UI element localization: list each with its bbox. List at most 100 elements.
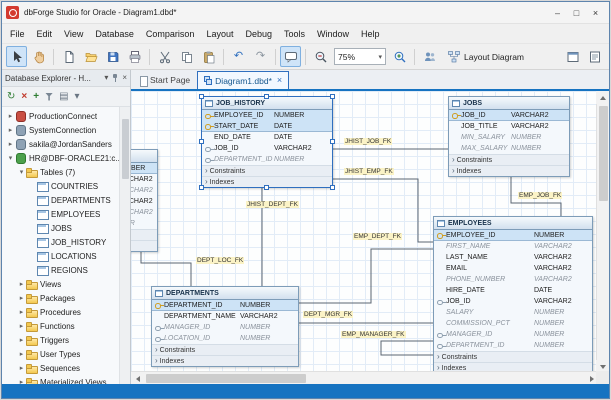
section-indexes[interactable]: ›Indexes: [131, 240, 157, 251]
table-header[interactable]: LOCATIONS: [131, 150, 157, 163]
cut-button[interactable]: [154, 46, 175, 67]
tree-item-triggers[interactable]: ▸Triggers: [2, 333, 119, 347]
column-row[interactable]: SALARYNUMBER: [434, 307, 592, 318]
selection-handle[interactable]: [199, 139, 204, 144]
section-constraints[interactable]: ›Constraints: [449, 154, 569, 165]
column-row[interactable]: JOB_IDVARCHAR2: [202, 143, 332, 154]
column-row[interactable]: EMPLOYEE_IDNUMBER: [202, 110, 332, 121]
expand-arrow-icon[interactable]: ▾: [6, 155, 15, 162]
tree-item-sakila-jordansanders[interactable]: ▸sakila@JordanSanders: [2, 137, 119, 151]
redo-button[interactable]: ↷: [250, 46, 271, 67]
connector-emp-manager-fk[interactable]: [381, 341, 433, 355]
tree-item-views[interactable]: ▸Views: [2, 277, 119, 291]
scroll-up-button[interactable]: [596, 91, 609, 104]
expand-arrow-icon[interactable]: ▸: [17, 323, 26, 330]
scrollbar-thumb[interactable]: [122, 119, 129, 179]
new-connection-icon[interactable]: +: [33, 92, 39, 102]
diagram-table-locations[interactable]: LOCATIONSLOCATION_IDNUMBERSTREET_ADDRESS…: [131, 149, 158, 252]
column-row[interactable]: DEPARTMENT_IDNUMBER: [202, 154, 332, 165]
close-tab-icon[interactable]: ×: [277, 76, 282, 85]
paste-button[interactable]: [198, 46, 219, 67]
menu-window[interactable]: Window: [311, 27, 355, 41]
diagram-table-employees[interactable]: EMPLOYEESEMPLOYEE_IDNUMBERFIRST_NAMEVARC…: [433, 216, 593, 374]
scrollbar-thumb[interactable]: [146, 374, 306, 383]
filter-icon[interactable]: [45, 93, 53, 101]
explorer-scrollbar[interactable]: [119, 107, 130, 384]
column-row[interactable]: FIRST_NAMEVARCHAR2: [434, 241, 592, 252]
expand-arrow-icon[interactable]: ▸: [17, 281, 26, 288]
section-constraints[interactable]: ›Constraints: [434, 351, 592, 362]
column-row[interactable]: LOCATION_IDNUMBER: [152, 333, 298, 344]
tree-item-user-types[interactable]: ▸User Types: [2, 347, 119, 361]
selection-handle[interactable]: [330, 94, 335, 99]
view-options-icon[interactable]: ▤: [59, 92, 68, 102]
column-row[interactable]: STATE_PROVINCEVARCHAR2: [131, 207, 157, 218]
table-header[interactable]: DEPARTMENTS: [152, 287, 298, 300]
section-constraints[interactable]: ›Constraints: [131, 229, 157, 240]
open-button[interactable]: [80, 46, 101, 67]
column-row[interactable]: END_DATEDATE: [202, 132, 332, 143]
column-row[interactable]: PHONE_NUMBERVARCHAR2: [434, 274, 592, 285]
tree-item-jobs[interactable]: JOBS: [2, 221, 119, 235]
column-row[interactable]: COMMISSION_PCTNUMBER: [434, 318, 592, 329]
menu-view[interactable]: View: [58, 27, 89, 41]
delete-icon[interactable]: ×: [21, 92, 27, 102]
scroll-left-button[interactable]: [131, 372, 144, 384]
expand-arrow-icon[interactable]: ›: [155, 346, 158, 354]
layout-diagram-button[interactable]: Layout Diagram: [441, 47, 530, 66]
expand-arrow-icon[interactable]: ▸: [17, 365, 26, 372]
copy-button[interactable]: [176, 46, 197, 67]
menu-layout[interactable]: Layout: [200, 27, 239, 41]
refresh-icon[interactable]: ↻: [7, 92, 15, 102]
tree-item-functions[interactable]: ▸Functions: [2, 319, 119, 333]
expand-arrow-icon[interactable]: ›: [205, 178, 208, 186]
menu-edit[interactable]: Edit: [31, 27, 59, 41]
menu-database[interactable]: Database: [89, 27, 140, 41]
selection-handle[interactable]: [264, 185, 269, 190]
expand-arrow-icon[interactable]: ▸: [17, 295, 26, 302]
selection-handle[interactable]: [199, 185, 204, 190]
scrollbar-thumb[interactable]: [599, 106, 608, 201]
tree-item-sequences[interactable]: ▸Sequences: [2, 361, 119, 375]
diagram-table-jobs[interactable]: JOBSJOB_IDVARCHAR2JOB_TITLEVARCHAR2MIN_S…: [448, 96, 570, 177]
comment-tool-button[interactable]: [280, 46, 301, 67]
expand-arrow-icon[interactable]: ›: [452, 167, 455, 175]
new-window-button[interactable]: [562, 46, 583, 67]
tree-item-packages[interactable]: ▸Packages: [2, 291, 119, 305]
section-indexes[interactable]: ›Indexes: [449, 165, 569, 176]
zoom-out-button[interactable]: [310, 46, 331, 67]
horizontal-scrollbar[interactable]: [131, 371, 598, 384]
selection-handle[interactable]: [264, 94, 269, 99]
column-row[interactable]: DEPARTMENT_IDNUMBER: [434, 340, 592, 351]
chevron-down-icon[interactable]: ▾: [104, 74, 108, 82]
section-constraints[interactable]: ›Constraints: [202, 165, 332, 176]
column-row[interactable]: LOCATION_IDNUMBER: [131, 163, 157, 174]
tab-diagram1-dbd[interactable]: Diagram1.dbd*×: [197, 71, 289, 89]
undo-button[interactable]: ↶: [228, 46, 249, 67]
relations-button[interactable]: [419, 46, 440, 67]
column-row[interactable]: CITYVARCHAR2: [131, 196, 157, 207]
diagram-table-job-history[interactable]: JOB_HISTORYEMPLOYEE_IDNUMBERSTART_DATEDA…: [201, 96, 333, 188]
column-row[interactable]: COUNTRY_IDCHAR: [131, 218, 157, 229]
expand-arrow-icon[interactable]: ▸: [17, 351, 26, 358]
column-row[interactable]: START_DATEDATE: [202, 121, 332, 132]
expand-arrow-icon[interactable]: ▾: [17, 169, 26, 176]
table-header[interactable]: EMPLOYEES: [434, 217, 592, 230]
menu-help[interactable]: Help: [355, 27, 386, 41]
table-header[interactable]: JOBS: [449, 97, 569, 110]
expand-arrow-icon[interactable]: ›: [155, 357, 158, 365]
section-constraints[interactable]: ›Constraints: [152, 344, 298, 355]
tree-item-tables-7[interactable]: ▾Tables (7): [2, 165, 119, 179]
column-row[interactable]: JOB_IDVARCHAR2: [449, 110, 569, 121]
pin-icon[interactable]: [111, 73, 119, 83]
tree-item-systemconnection[interactable]: ▸SystemConnection: [2, 123, 119, 137]
tab-start-page[interactable]: Start Page: [133, 71, 196, 89]
minimize-button[interactable]: –: [548, 5, 567, 20]
expand-arrow-icon[interactable]: ›: [437, 353, 440, 361]
print-button[interactable]: [124, 46, 145, 67]
tree-item-locations[interactable]: LOCATIONS: [2, 249, 119, 263]
tree-item-employees[interactable]: EMPLOYEES: [2, 207, 119, 221]
new-document-button[interactable]: [58, 46, 79, 67]
column-row[interactable]: EMAILVARCHAR2: [434, 263, 592, 274]
expand-arrow-icon[interactable]: ▸: [6, 141, 15, 148]
